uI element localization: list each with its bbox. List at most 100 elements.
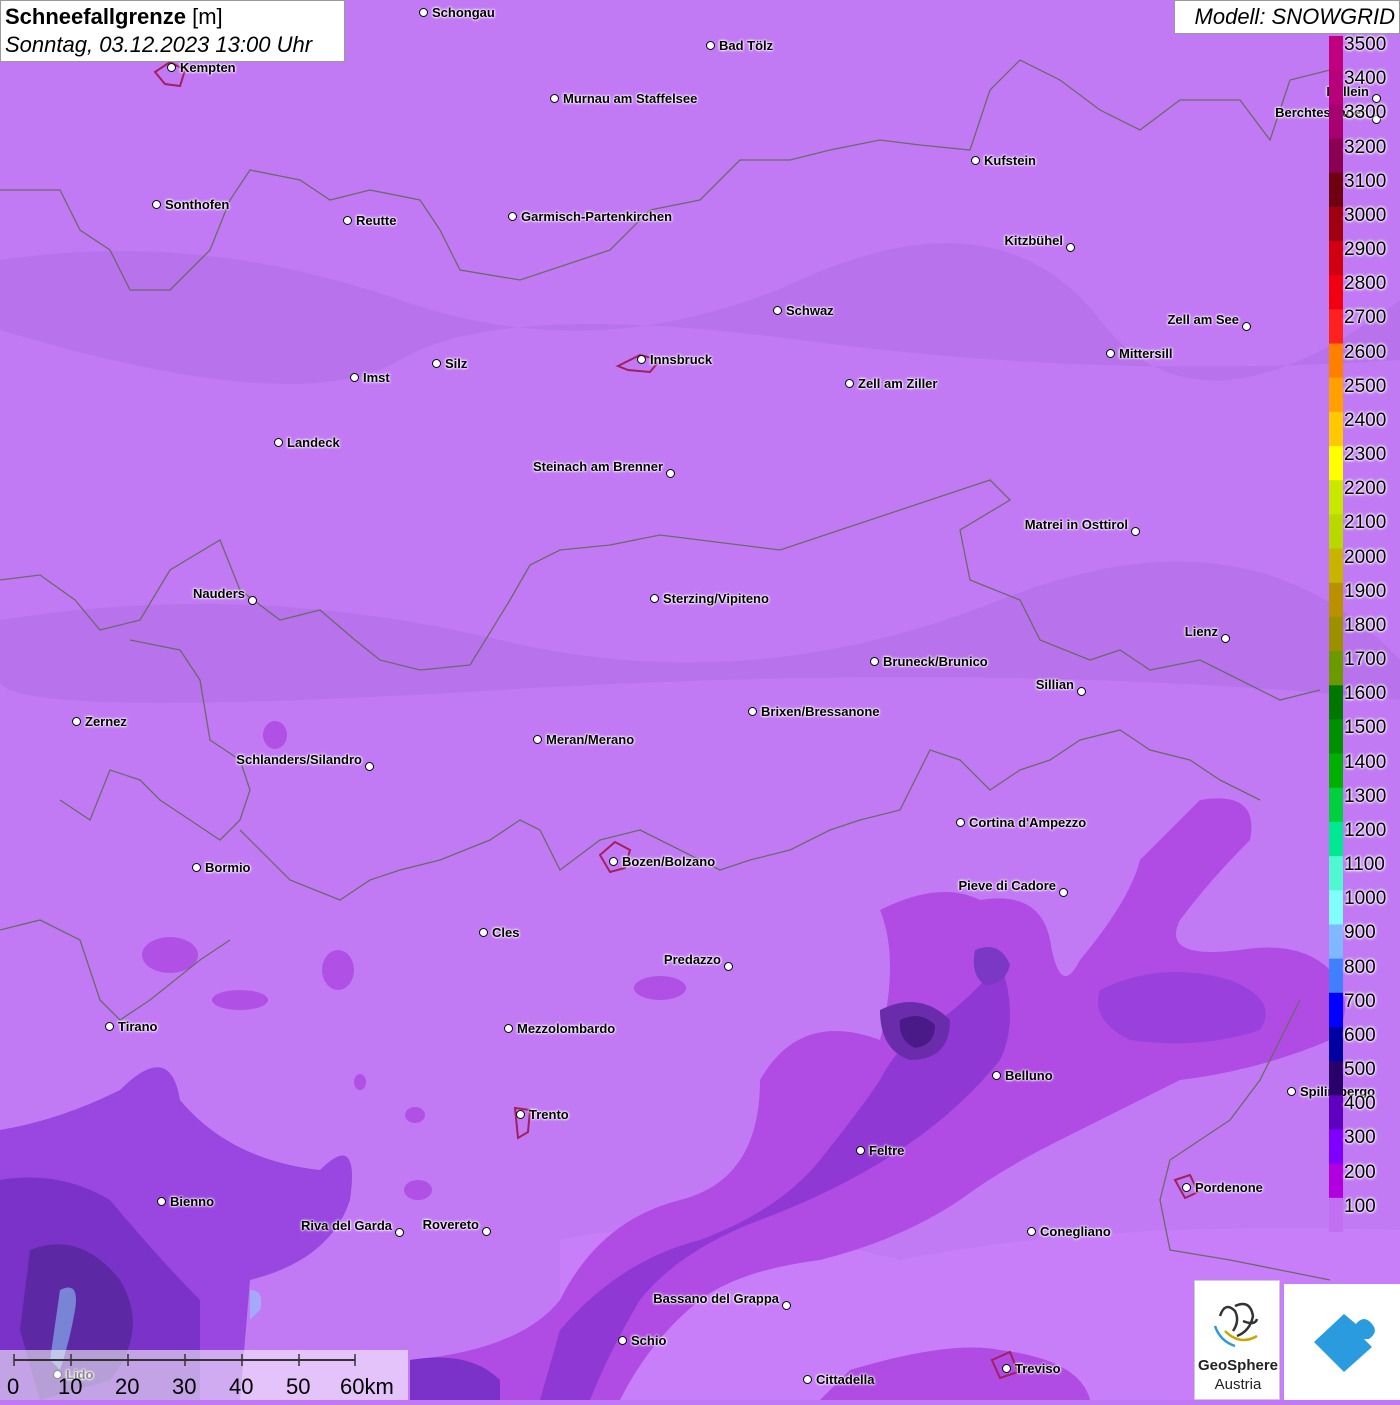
city-label: Cittadella xyxy=(816,1372,875,1387)
city-marker[interactable] xyxy=(479,928,488,937)
city-marker[interactable] xyxy=(618,1336,627,1345)
legend-swatch xyxy=(1329,1061,1343,1096)
city-marker[interactable] xyxy=(395,1228,404,1237)
city-marker[interactable] xyxy=(956,818,965,827)
geosphere-logo[interactable]: GeoSphere Austria xyxy=(1194,1280,1280,1400)
legend-label: 2400 xyxy=(1344,409,1387,431)
city-marker[interactable] xyxy=(748,707,757,716)
city-marker[interactable] xyxy=(432,359,441,368)
legend-label: 3200 xyxy=(1344,136,1387,158)
city-marker[interactable] xyxy=(482,1227,491,1236)
city-marker[interactable] xyxy=(1287,1087,1296,1096)
city-marker[interactable] xyxy=(157,1197,166,1206)
legend-label: 900 xyxy=(1344,922,1376,944)
scale-label: 40 xyxy=(229,1374,254,1399)
city-marker[interactable] xyxy=(1059,888,1068,897)
legend-swatch xyxy=(1329,616,1343,652)
legend-swatch xyxy=(1329,685,1343,720)
city-label: Zell am Ziller xyxy=(858,376,938,391)
city-marker[interactable] xyxy=(650,594,659,603)
city-marker[interactable] xyxy=(1242,322,1251,331)
legend-label: 1500 xyxy=(1344,717,1387,739)
legend-swatch xyxy=(1329,1095,1343,1130)
city-label: Kempten xyxy=(180,60,236,75)
scale-bar: 0 10 20 30 40 50 60km xyxy=(0,1350,408,1400)
legend-swatch xyxy=(1329,958,1343,994)
legend-swatch xyxy=(1329,36,1343,71)
city-marker[interactable] xyxy=(274,438,283,447)
city-marker[interactable] xyxy=(516,1110,525,1119)
city-marker[interactable] xyxy=(971,156,980,165)
city-marker[interactable] xyxy=(782,1301,791,1310)
color-legend xyxy=(1329,36,1343,1232)
city-marker[interactable] xyxy=(666,469,675,478)
legend-swatch xyxy=(1329,719,1343,755)
city-marker[interactable] xyxy=(350,373,359,382)
legend-label: 1400 xyxy=(1344,751,1387,773)
city-marker[interactable] xyxy=(343,216,352,225)
city-marker[interactable] xyxy=(1027,1227,1036,1236)
city-marker[interactable] xyxy=(773,306,782,315)
legend-label: 1100 xyxy=(1344,854,1385,876)
legend-swatch xyxy=(1329,411,1343,447)
scale-label: 50 xyxy=(286,1374,311,1399)
city-label: Matrei in Osttirol xyxy=(1024,517,1128,532)
legend-label: 3500 xyxy=(1344,34,1387,55)
city-marker[interactable] xyxy=(1131,527,1140,536)
legend-swatch xyxy=(1329,309,1343,345)
city-marker[interactable] xyxy=(105,1022,114,1031)
city-label: Schio xyxy=(631,1333,667,1348)
city-marker[interactable] xyxy=(724,962,733,971)
legend-label: 2300 xyxy=(1344,444,1387,466)
legend-label: 2700 xyxy=(1344,307,1387,329)
city-marker[interactable] xyxy=(845,379,854,388)
legend-label: 2500 xyxy=(1344,375,1387,397)
legend-swatch xyxy=(1329,924,1343,960)
legend-swatch xyxy=(1329,821,1343,857)
city-marker[interactable] xyxy=(167,63,176,72)
city-marker[interactable] xyxy=(504,1024,513,1033)
city-marker[interactable] xyxy=(1221,634,1230,643)
city-marker[interactable] xyxy=(803,1375,812,1384)
city-marker[interactable] xyxy=(1002,1364,1011,1373)
map-datetime: Sonntag, 03.12.2023 13:00 Uhr xyxy=(5,32,313,57)
city-marker[interactable] xyxy=(152,200,161,209)
city-label: Lienz xyxy=(1184,624,1218,639)
city-marker[interactable] xyxy=(419,8,428,17)
city-marker[interactable] xyxy=(72,717,81,726)
city-label: Cles xyxy=(492,925,520,940)
city-label: Bassano del Grappa xyxy=(653,1291,779,1306)
city-marker[interactable] xyxy=(609,857,618,866)
city-marker[interactable] xyxy=(550,94,559,103)
city-marker[interactable] xyxy=(856,1146,865,1155)
city-marker[interactable] xyxy=(192,863,201,872)
city-marker[interactable] xyxy=(248,596,257,605)
city-marker[interactable] xyxy=(1182,1183,1191,1192)
city-marker[interactable] xyxy=(637,355,646,364)
app-logo[interactable] xyxy=(1284,1284,1400,1400)
city-marker[interactable] xyxy=(1077,687,1086,696)
city-marker[interactable] xyxy=(365,762,374,771)
legend-swatch xyxy=(1329,138,1343,174)
city-marker[interactable] xyxy=(706,41,715,50)
city-marker[interactable] xyxy=(870,657,879,666)
city-marker[interactable] xyxy=(533,735,542,744)
city-label: Bad Tölz xyxy=(719,38,774,53)
city-marker[interactable] xyxy=(1106,349,1115,358)
city-label: Feltre xyxy=(869,1143,905,1158)
legend-label: 1900 xyxy=(1344,580,1387,602)
city-marker[interactable] xyxy=(992,1071,1001,1080)
legend-label: 500 xyxy=(1344,1059,1376,1081)
legend-label: 1700 xyxy=(1344,649,1387,671)
legend-label: 1600 xyxy=(1344,683,1387,705)
scale-label: 10 xyxy=(58,1374,83,1399)
city-marker[interactable] xyxy=(1066,243,1075,252)
geosphere-icon xyxy=(1213,1302,1259,1348)
legend-label: 600 xyxy=(1344,1024,1376,1046)
city-label: Nauders xyxy=(192,586,245,601)
city-marker[interactable] xyxy=(508,212,517,221)
city-label: Innsbruck xyxy=(650,352,713,367)
city-label: Kitzbühel xyxy=(1004,233,1064,248)
legend-label: 2900 xyxy=(1344,239,1387,261)
snow-cloud-icon xyxy=(1314,1314,1375,1372)
